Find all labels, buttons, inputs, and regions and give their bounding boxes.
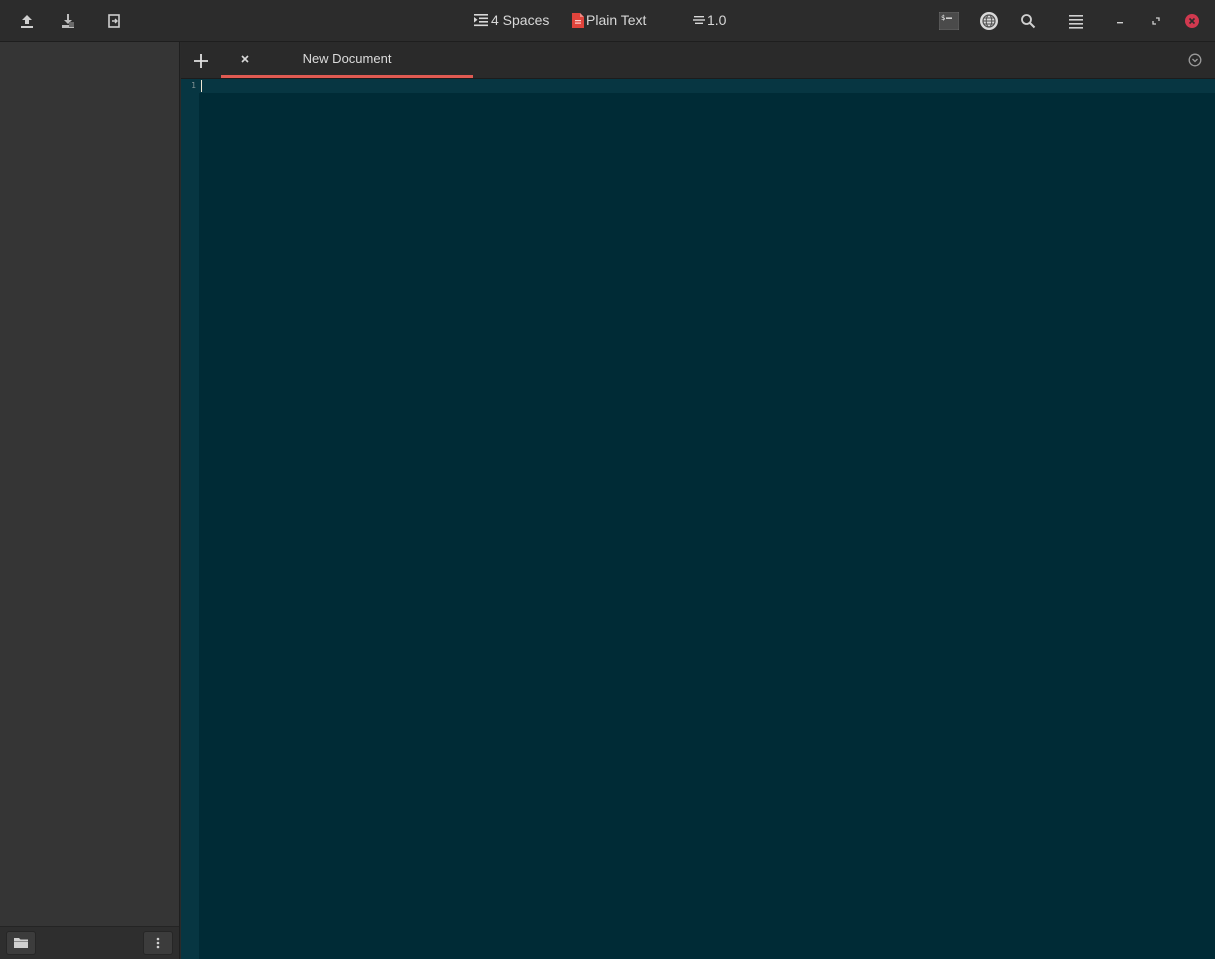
history-icon (1188, 53, 1202, 67)
text-editor-window: 4 Spaces Plain Text 1.0 $ New Document 1 (0, 0, 1215, 959)
revert-icon (108, 14, 120, 28)
main-menu-button[interactable] (1064, 9, 1088, 33)
line-number-gutter: 1 (181, 79, 199, 959)
tab-label: New Document (302, 51, 392, 66)
active-tab-indicator (221, 75, 473, 78)
tab-history-button[interactable] (1187, 52, 1203, 68)
search-icon (1021, 14, 1036, 29)
maximize-button[interactable] (1144, 9, 1168, 33)
folder-icon (14, 938, 28, 948)
terminal-icon: $ (939, 12, 959, 30)
line-spacing-label: 1.0 (707, 12, 727, 28)
text-input-area[interactable] (199, 79, 1215, 959)
revert-button[interactable] (102, 9, 126, 33)
save-as-icon (62, 14, 74, 28)
minimize-button[interactable] (1108, 9, 1132, 33)
save-as-button[interactable] (56, 9, 80, 33)
open-icon (21, 15, 33, 28)
search-button[interactable] (1016, 9, 1040, 33)
tab-new-document[interactable]: New Document (221, 42, 473, 78)
tab-bar: New Document (181, 42, 1215, 79)
editor-area: 1 (181, 79, 1215, 959)
web-preview-button[interactable] (977, 9, 1001, 33)
more-options-icon (156, 937, 160, 949)
sidebar-footer (0, 926, 179, 959)
indent-label: 4 Spaces (491, 12, 550, 28)
line-spacing-icon (693, 16, 705, 24)
minimize-icon (1117, 22, 1123, 24)
plus-icon (194, 54, 208, 68)
terminal-button[interactable]: $ (937, 9, 961, 33)
web-preview-icon (980, 12, 998, 30)
language-label: Plain Text (586, 12, 647, 28)
indent-settings-button[interactable]: 4 Spaces (474, 10, 549, 30)
new-tab-button[interactable] (189, 49, 213, 73)
file-icon (572, 12, 584, 28)
menu-icon (1069, 15, 1083, 29)
open-file-button[interactable] (15, 9, 39, 33)
line-spacing-button[interactable]: 1.0 (693, 10, 726, 30)
maximize-icon (1152, 17, 1160, 25)
open-folder-button[interactable] (6, 931, 36, 955)
header-bar: 4 Spaces Plain Text 1.0 $ (0, 0, 1215, 42)
sidebar-more-button[interactable] (143, 931, 173, 955)
indent-icon (474, 14, 488, 27)
text-cursor (201, 80, 202, 92)
sidebar (0, 42, 180, 959)
close-icon (1185, 14, 1199, 28)
close-window-button[interactable] (1180, 9, 1204, 33)
svg-text:$: $ (941, 14, 945, 22)
language-button[interactable]: Plain Text (572, 10, 646, 30)
line-number: 1 (191, 81, 196, 90)
